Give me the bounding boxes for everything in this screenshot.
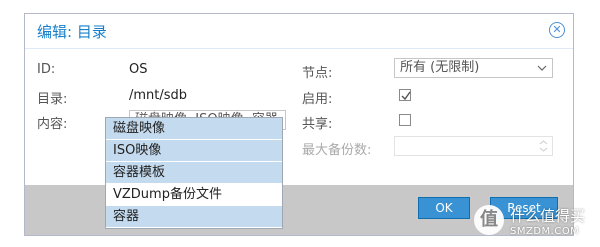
content-label: 内容: — [37, 117, 68, 132]
dropdown-item[interactable]: 容器模板 — [106, 162, 282, 184]
dropdown-item[interactable]: ISO映像 — [106, 140, 282, 162]
watermark: 值 什么值得买 SMZDM.COM — [474, 205, 592, 241]
chevron-down-icon — [537, 65, 547, 71]
enable-label: 启用: — [302, 92, 333, 107]
max-backups-label: 最大备份数: — [302, 143, 372, 158]
page: 编辑: 目录 ✕ ID: OS 目录: /mnt/sdb 内容: 磁盘映像, I… — [0, 0, 600, 247]
nodes-select-value: 所有 (无限制) — [400, 60, 480, 75]
shared-label: 共享: — [302, 117, 333, 132]
dialog-titlebar: 编辑: 目录 ✕ — [25, 14, 573, 49]
checkmark-icon — [401, 91, 411, 101]
ok-button[interactable]: OK — [418, 197, 470, 219]
dropdown-item[interactable]: 磁盘映像 — [106, 118, 282, 140]
dialog-title: 编辑: 目录 — [37, 23, 107, 41]
directory-value: /mnt/sdb — [129, 88, 188, 103]
dropdown-item[interactable]: VZDump备份文件 — [106, 184, 282, 206]
watermark-subtext: SMZDM.COM — [510, 226, 580, 237]
id-value: OS — [129, 62, 148, 77]
watermark-logo-icon: 值 — [474, 205, 504, 235]
dropdown-item[interactable]: 容器 — [106, 206, 282, 228]
directory-label: 目录: — [37, 92, 68, 107]
nodes-label: 节点: — [302, 66, 333, 81]
watermark-text: 什么值得买 — [510, 207, 586, 225]
content-dropdown-list: 磁盘映像 ISO映像 容器模板 VZDump备份文件 容器 — [105, 117, 283, 229]
nodes-select[interactable]: 所有 (无限制) — [394, 58, 553, 78]
max-backups-spinner[interactable] — [394, 136, 553, 156]
shared-checkbox[interactable] — [399, 114, 411, 126]
spinner-arrows-icon — [539, 140, 548, 152]
close-icon[interactable]: ✕ — [549, 22, 565, 38]
id-label: ID: — [37, 62, 56, 77]
enable-checkbox[interactable] — [399, 89, 411, 101]
